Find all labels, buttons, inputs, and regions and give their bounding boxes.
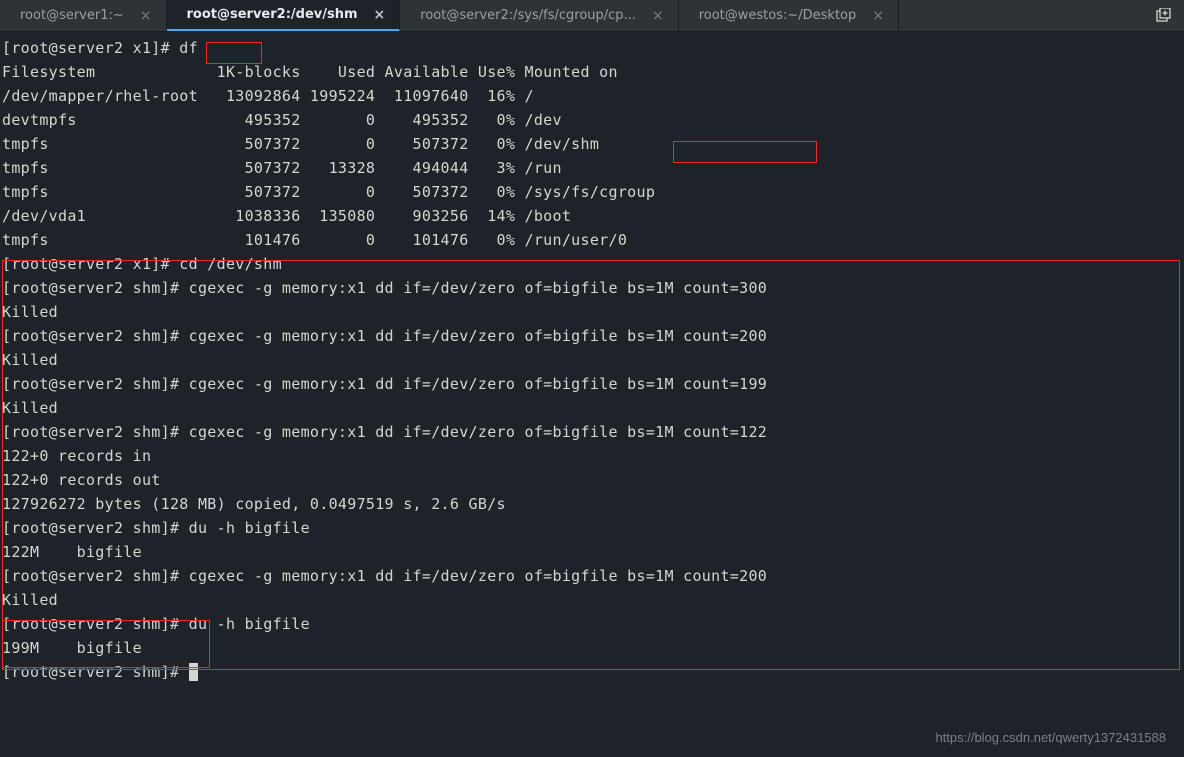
line: [root@server2 shm]# cgexec -g memory:x1 … (2, 279, 767, 297)
line: [root@server2 shm]# cgexec -g memory:x1 … (2, 375, 767, 393)
df-devshm: /dev/shm (525, 135, 600, 153)
line: 122M bigfile (2, 543, 142, 561)
df-row: /dev/vda1 1038336 135080 903256 14% /boo… (2, 207, 571, 225)
df-row: devtmpfs 495352 0 495352 0% /dev (2, 111, 562, 129)
tab-label: root@server1:~ (20, 8, 124, 23)
tab-westos[interactable]: root@westos:~/Desktop × (679, 0, 899, 31)
line: Killed (2, 591, 58, 609)
line: Killed (2, 351, 58, 369)
line: 199M bigfile (2, 639, 142, 657)
line: 122+0 records in (2, 447, 151, 465)
line: Killed (2, 399, 58, 417)
df-row: tmpfs 507372 0 507372 0% (2, 135, 525, 153)
df-header: Filesystem 1K-blocks Used Available Use%… (2, 63, 618, 81)
line: [root@server2 shm]# cgexec -g memory:x1 … (2, 327, 767, 345)
close-icon[interactable]: × (872, 8, 884, 24)
tab-server1[interactable]: root@server1:~ × (0, 0, 167, 31)
df-row: tmpfs 507372 0 507372 0% /sys/fs/cgroup (2, 183, 655, 201)
line: [root@server2 shm]# cgexec -g memory:x1 … (2, 567, 767, 585)
new-tab-icon (1156, 8, 1172, 24)
line: Killed (2, 303, 58, 321)
close-icon[interactable]: × (652, 8, 664, 24)
close-icon[interactable]: × (140, 8, 152, 24)
new-tab-button[interactable] (1144, 0, 1184, 31)
cursor (189, 663, 198, 681)
line: [root@server2 shm]# du -h bigfile (2, 615, 310, 633)
watermark: https://blog.csdn.net/qwerty1372431588 (935, 730, 1166, 745)
command-df: df (179, 39, 198, 57)
close-icon[interactable]: × (374, 7, 386, 23)
df-row: tmpfs 507372 13328 494044 3% /run (2, 159, 562, 177)
df-row: tmpfs 101476 0 101476 0% /run/user/0 (2, 231, 627, 249)
df-row: /dev/mapper/rhel-root 13092864 1995224 1… (2, 87, 534, 105)
line: [root@server2 shm]# cgexec -g memory:x1 … (2, 423, 767, 441)
tab-label: root@westos:~/Desktop (699, 8, 857, 23)
tab-bar: root@server1:~ × root@server2:/dev/shm ×… (0, 0, 1184, 32)
tab-server2-cgroup[interactable]: root@server2:/sys/fs/cgroup/cp... × (400, 0, 678, 31)
terminal-output[interactable]: [root@server2 x1]# df Filesystem 1K-bloc… (0, 32, 1184, 688)
line: 122+0 records out (2, 471, 161, 489)
prompt-line: [root@server2 shm]# (2, 663, 189, 681)
tab-label: root@server2:/sys/fs/cgroup/cp... (420, 8, 636, 23)
line: [root@server2 shm]# du -h bigfile (2, 519, 310, 537)
tab-server2-shm[interactable]: root@server2:/dev/shm × (167, 0, 401, 31)
line: 127926272 bytes (128 MB) copied, 0.04975… (2, 495, 506, 513)
tab-label: root@server2:/dev/shm (187, 7, 358, 22)
prompt: [root@server2 x1]# (2, 39, 179, 57)
line: [root@server2 x1]# cd /dev/shm (2, 255, 282, 273)
